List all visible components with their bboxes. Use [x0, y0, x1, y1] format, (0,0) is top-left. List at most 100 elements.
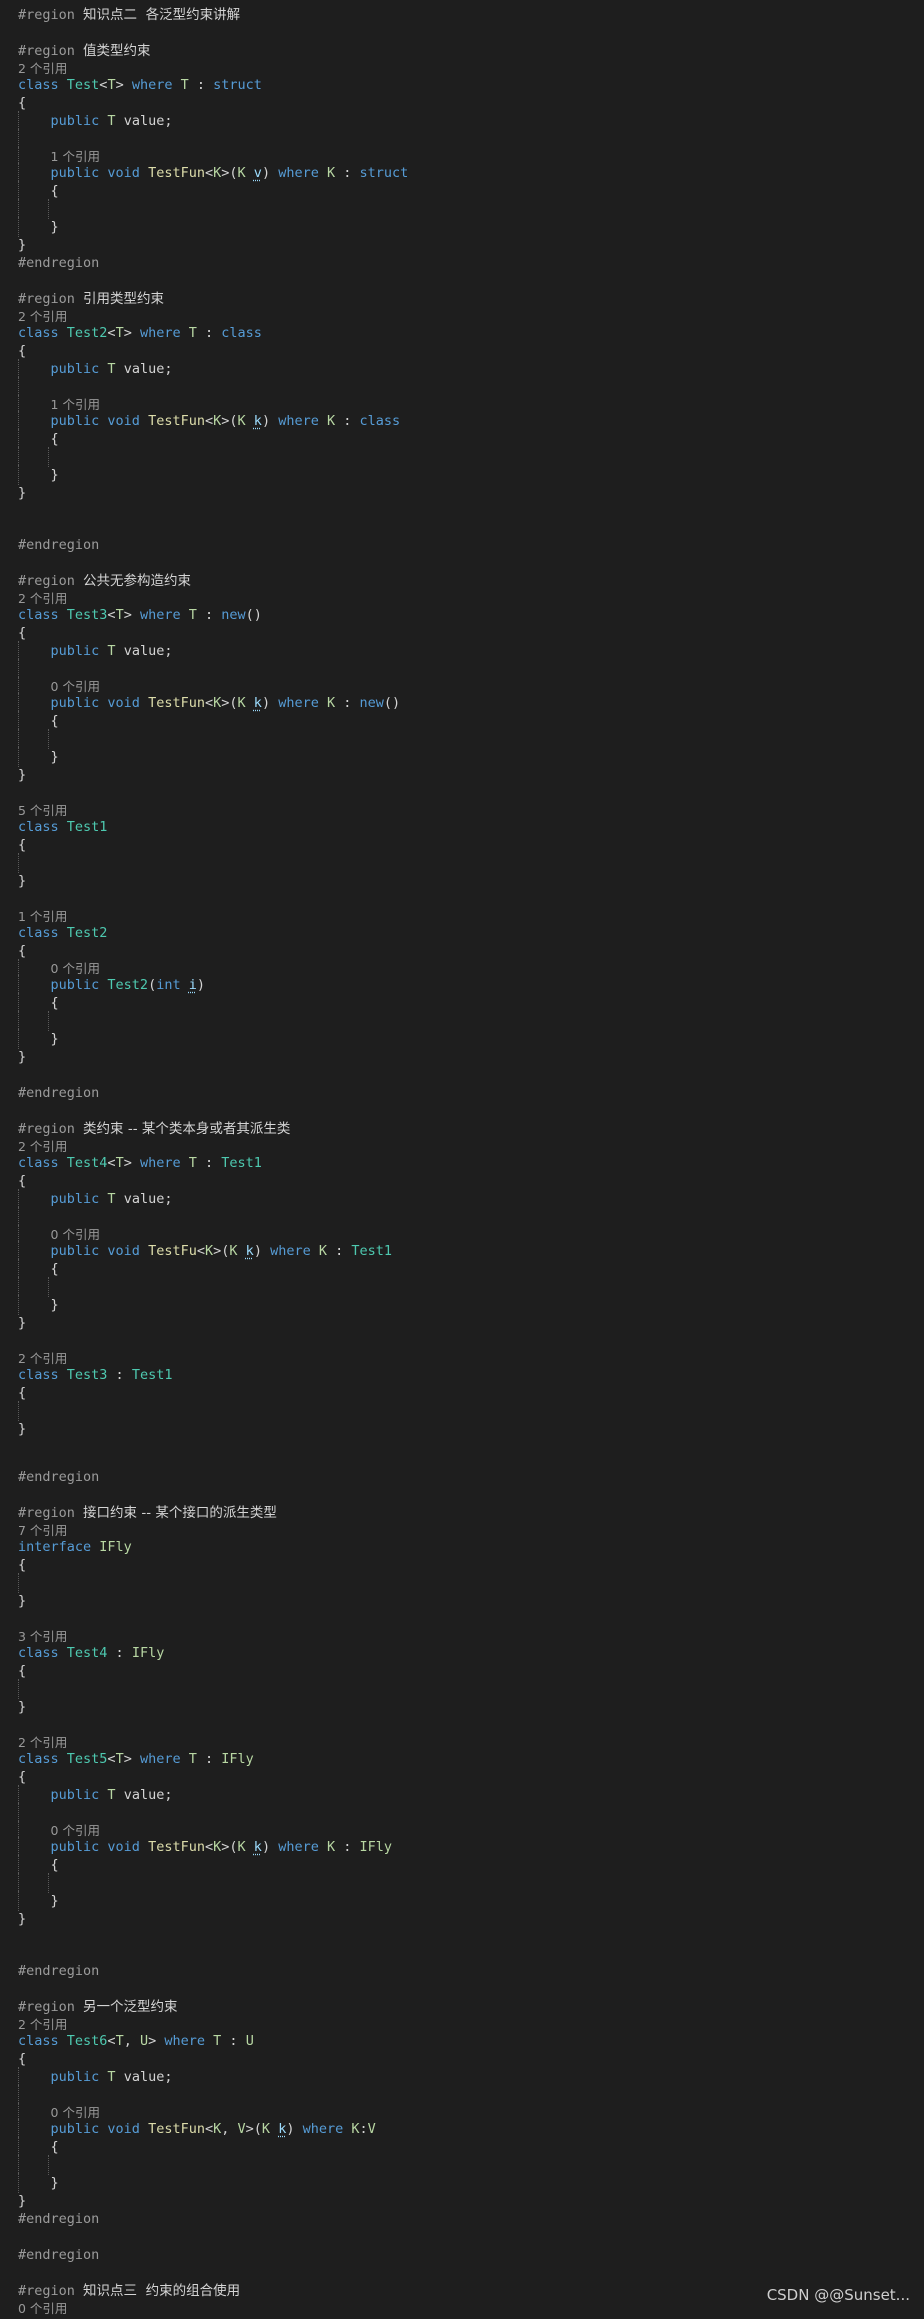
preprocessor-directive: #endregion: [18, 1963, 100, 1979]
keyword: public: [50, 2121, 108, 2137]
indent-guide: [18, 1573, 19, 1593]
code-line: }: [0, 1697, 924, 1717]
indent-guide: [48, 1873, 49, 1893]
indent-guide: [18, 1189, 19, 1209]
indent-guide: [48, 1277, 49, 1297]
reference-count-lens[interactable]: 1 个引用: [51, 149, 100, 164]
reference-count-lens[interactable]: 0 个引用: [51, 2105, 100, 2120]
reference-count-lens[interactable]: 1 个引用: [18, 909, 67, 924]
code-line: #endregion: [0, 2209, 924, 2229]
code-line: #region 知识点二 各泛型约束讲解: [0, 5, 924, 25]
preprocessor-directive: #endregion: [18, 2211, 100, 2227]
code-text: {: [18, 837, 27, 853]
code-line: [0, 1011, 924, 1031]
code-text: :: [196, 1751, 222, 1767]
reference-count-lens[interactable]: 0 个引用: [51, 679, 100, 694]
keyword: where: [139, 1751, 189, 1767]
code-line: class Test3<T> where T : new(): [0, 605, 924, 625]
code-editor[interactable]: #region 知识点二 各泛型约束讲解 #region 值类型约束 2 个引用 cl…: [0, 0, 924, 2316]
code-text: }: [18, 1049, 27, 1065]
method-name: TestFun: [148, 2121, 205, 2137]
type-parameter: T: [115, 1155, 124, 1171]
code-text: >(: [213, 1243, 230, 1259]
indent-guide: [18, 411, 19, 431]
code-text: }: [50, 749, 59, 765]
reference-count-lens[interactable]: 2 个引用: [18, 309, 67, 324]
reference-count-lens[interactable]: 3 个引用: [18, 1629, 67, 1644]
code-line: {: [0, 1767, 924, 1787]
type-parameter: T: [107, 361, 116, 377]
code-text: {: [18, 1173, 27, 1189]
type-parameter: K: [351, 2121, 360, 2137]
indent-guide: [18, 129, 19, 149]
keyword: class: [221, 325, 262, 341]
type-parameter: U: [139, 2033, 149, 2049]
preprocessor-directive: #endregion: [18, 1085, 100, 1101]
reference-count-lens[interactable]: 2 个引用: [18, 1735, 67, 1750]
code-text: {: [18, 2051, 27, 2067]
code-line: #endregion: [0, 253, 924, 273]
type-parameter: K: [204, 1243, 214, 1259]
code-text: value;: [115, 1191, 173, 1207]
reference-count-lens[interactable]: 0 个引用: [51, 1823, 100, 1838]
indent-guide: [18, 1785, 19, 1805]
keyword: where: [164, 2033, 214, 2049]
code-line: class Test3 : Test1: [0, 1365, 924, 1385]
reference-count-lens[interactable]: 5 个引用: [18, 803, 67, 818]
preprocessor-directive: #region: [18, 7, 84, 23]
code-text: ): [286, 2121, 303, 2137]
code-line: {: [0, 941, 924, 961]
keyword: class: [359, 413, 401, 429]
type-parameter: T: [107, 77, 116, 93]
indent-guide: [18, 111, 19, 131]
code-line: }: [0, 235, 924, 255]
reference-count-lens[interactable]: 2 个引用: [18, 2017, 67, 2032]
code-text: <: [204, 1839, 214, 1855]
code-line: {: [0, 341, 924, 361]
code-text: <: [107, 1751, 116, 1767]
code-text: }: [18, 1593, 27, 1609]
indent-guide: [18, 711, 19, 731]
code-line: {: [0, 2049, 924, 2069]
indent-guide: [18, 1837, 19, 1857]
reference-count-lens[interactable]: 1 个引用: [51, 397, 100, 412]
indent-guide: [18, 377, 19, 397]
region-title: 另一个泛型约束: [83, 1999, 178, 2015]
reference-count-lens[interactable]: 2 个引用: [18, 1351, 67, 1366]
type-parameter: T: [107, 113, 116, 129]
region-title: 接口约束 -- 某个接口的派生类型: [83, 1505, 277, 1521]
reference-count-lens[interactable]: 7 个引用: [18, 1523, 67, 1538]
code-line: [0, 1679, 924, 1699]
keyword: class: [18, 2033, 67, 2049]
type-parameter: K: [326, 165, 336, 181]
preprocessor-directive: #endregion: [18, 1469, 100, 1485]
indent-guide: [18, 447, 19, 467]
code-line: #region 公共无参构造约束: [0, 571, 924, 591]
code-line: #endregion: [0, 1961, 924, 1981]
indent-guide: [48, 1011, 49, 1031]
reference-count-lens[interactable]: 0 个引用: [51, 961, 100, 976]
code-text: {: [18, 95, 27, 111]
reference-count-lens[interactable]: 2 个引用: [18, 61, 67, 76]
code-line: {: [0, 623, 924, 643]
reference-count-lens[interactable]: 2 个引用: [18, 1139, 67, 1154]
keyword: new: [221, 607, 246, 623]
type-name: Test3: [66, 1367, 108, 1383]
code-line: #endregion: [0, 1083, 924, 1103]
code-line: public T value;: [0, 359, 924, 379]
indent-guide: [18, 199, 19, 219]
code-line: [0, 853, 924, 873]
reference-count-lens[interactable]: 0 个引用: [18, 2301, 67, 2316]
code-text: >: [123, 607, 140, 623]
reference-count-lens[interactable]: 0 个引用: [51, 1227, 100, 1242]
code-text: {: [18, 1557, 27, 1573]
reference-count-lens[interactable]: 2 个引用: [18, 591, 67, 606]
type-parameter: T: [188, 325, 197, 341]
preprocessor-directive: #region: [18, 291, 84, 307]
